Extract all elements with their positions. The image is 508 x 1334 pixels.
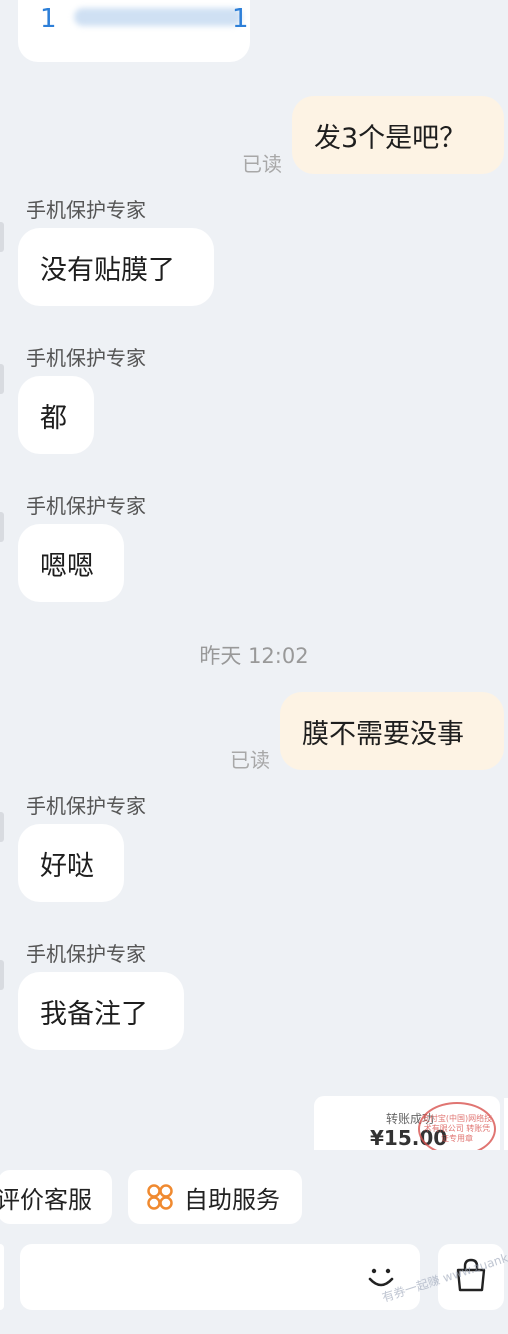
sender-name: 手机保护专家 [26,198,146,222]
message-text: 好哒 [40,850,94,882]
outgoing-message[interactable]: 膜不需要没事 [280,692,504,770]
chat-timestamp: 昨天 12:02 [199,644,309,668]
grid-icon [146,1183,174,1211]
incoming-message[interactable]: 好哒 [18,824,124,902]
self-service-button[interactable]: 自助服务 [128,1170,302,1224]
message-text: 发3个是吧？ [314,122,467,154]
message-text: 都 [40,402,67,434]
avatar-edge [0,960,4,990]
message-input[interactable] [20,1244,420,1310]
next-card-edge [504,1098,508,1152]
sender-name: 手机保护专家 [26,494,146,518]
message-text: 我备注了 [40,998,148,1030]
read-status: 已读 [230,748,270,772]
transfer-receipt-card[interactable]: 转账成功 ¥15.00 支付宝(中国)网络技术有限公司 转账凭证专用章 [314,1096,500,1152]
button-label: 自助服务 [184,1185,280,1214]
message-text: 没有贴膜了 [40,254,175,286]
left-action-stub[interactable] [0,1244,4,1310]
incoming-message[interactable]: 都 [18,376,94,454]
sender-name: 手机保护专家 [26,794,146,818]
stamp-text: 支付宝(中国)网络技术有限公司 转账凭证专用章 [421,1114,493,1143]
rate-service-button[interactable]: 评价客服 [0,1170,112,1224]
incoming-message[interactable]: 没有贴膜了 [18,228,214,306]
avatar-edge [0,812,4,842]
avatar-edge [0,512,4,542]
masked-number: 1 [40,4,57,34]
incoming-message[interactable]: 我备注了 [18,972,184,1050]
blurred-content [74,8,242,26]
masked-number-tail: 1 [232,4,249,34]
outgoing-message[interactable]: 发3个是吧？ [292,96,504,174]
message-text: 嗯嗯 [40,550,94,582]
sender-name: 手机保护专家 [26,942,146,966]
incoming-message[interactable]: 嗯嗯 [18,524,124,602]
avatar-edge [0,222,4,252]
read-status: 已读 [242,152,282,176]
sender-name: 手机保护专家 [26,346,146,370]
top-message-card: 1 1 [18,0,250,62]
button-label: 评价客服 [0,1185,92,1214]
official-stamp: 支付宝(中国)网络技术有限公司 转账凭证专用章 [418,1102,496,1152]
avatar-edge [0,364,4,394]
message-text: 膜不需要没事 [302,718,464,750]
